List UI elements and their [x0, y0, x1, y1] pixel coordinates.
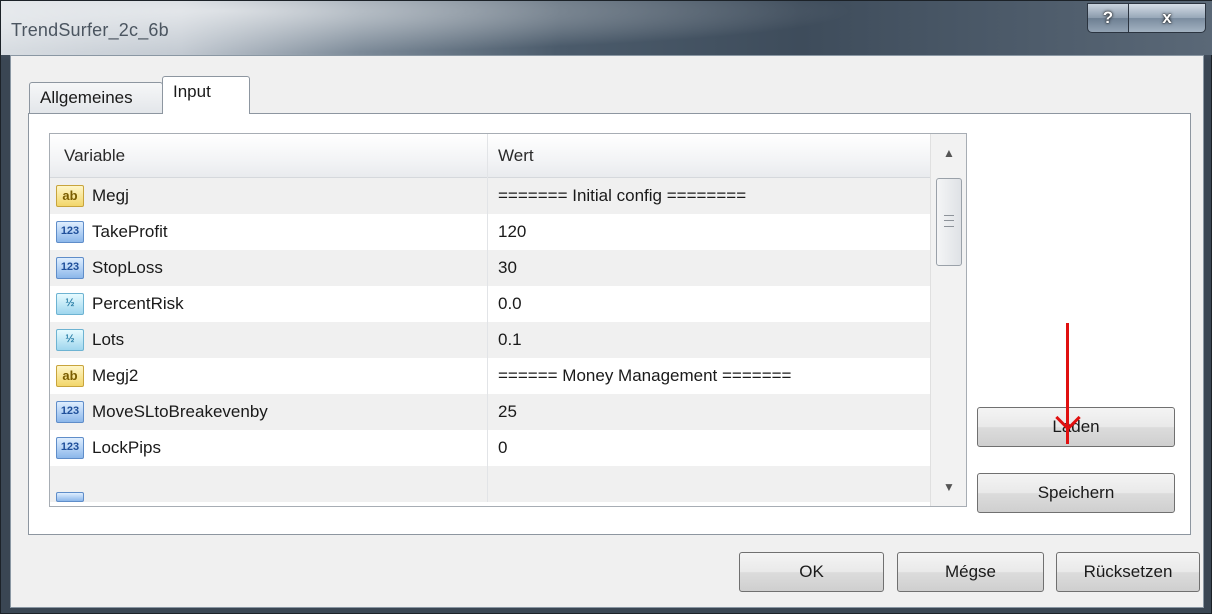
- table-row[interactable]: ½ Lots 0.1: [50, 322, 930, 358]
- table-row[interactable]: ab Megj2 ====== Money Management =======: [50, 358, 930, 394]
- integer-type-icon: 123: [56, 401, 84, 423]
- integer-type-icon: [56, 492, 84, 502]
- tab-label: Allgemeines: [40, 88, 133, 107]
- variable-cell: 123 LockPips: [50, 430, 488, 466]
- value-cell[interactable]: 0: [488, 430, 930, 466]
- cancel-button[interactable]: Mégse: [897, 552, 1044, 592]
- table-row[interactable]: 123 TakeProfit 120: [50, 214, 930, 250]
- variable-name: PercentRisk: [92, 294, 184, 313]
- integer-type-icon: 123: [56, 221, 84, 243]
- scroll-thumb[interactable]: [936, 178, 962, 266]
- variable-cell: ab Megj2: [50, 358, 488, 394]
- tab-label: Input: [173, 82, 211, 101]
- table-row[interactable]: ½ PercentRisk 0.0: [50, 286, 930, 322]
- ok-button[interactable]: OK: [739, 552, 884, 592]
- value-cell[interactable]: ====== Money Management =======: [488, 358, 930, 394]
- value-cell[interactable]: 30: [488, 250, 930, 286]
- variable-name: LockPips: [92, 438, 161, 457]
- variable-cell: 123 StopLoss: [50, 250, 488, 286]
- variable-cell: 123 TakeProfit: [50, 214, 488, 250]
- variable-name: StopLoss: [92, 258, 163, 277]
- value-cell[interactable]: 120: [488, 214, 930, 250]
- scroll-down-arrow-icon[interactable]: ▼: [931, 468, 966, 506]
- table-row[interactable]: ab Megj ======= Initial config ========: [50, 178, 930, 214]
- input-tab-panel: Variable Wert ab Megj ======= Initial co…: [28, 113, 1191, 535]
- variable-cell: ½ PercentRisk: [50, 286, 488, 322]
- integer-type-icon: 123: [56, 257, 84, 279]
- save-button[interactable]: Speichern: [977, 473, 1175, 513]
- table-row[interactable]: 123 LockPips 0: [50, 430, 930, 466]
- close-icon: x: [1162, 8, 1172, 27]
- string-type-icon: ab: [56, 185, 84, 207]
- double-type-icon: ½: [56, 329, 84, 351]
- column-header-variable[interactable]: Variable: [50, 134, 488, 178]
- vertical-scrollbar[interactable]: ▲ ▼: [930, 134, 966, 506]
- scroll-up-arrow-icon[interactable]: ▲: [931, 134, 966, 172]
- string-type-icon: ab: [56, 365, 84, 387]
- dialog-window: TrendSurfer_2c_6b ? x Allgemeines Input …: [0, 0, 1212, 614]
- variable-name: TakeProfit: [92, 222, 168, 241]
- column-header-value[interactable]: Wert: [488, 134, 930, 178]
- table-row-partial[interactable]: [50, 466, 930, 502]
- value-cell[interactable]: 0.0: [488, 286, 930, 322]
- table-row[interactable]: 123 MoveSLtoBreakevenby 25: [50, 394, 930, 430]
- tab-allgemeines[interactable]: Allgemeines: [29, 82, 163, 113]
- value-cell[interactable]: ======= Initial config ========: [488, 178, 930, 214]
- variable-name: Lots: [92, 330, 125, 349]
- title-bar[interactable]: TrendSurfer_2c_6b ? x: [1, 1, 1212, 55]
- variable-name: MoveSLtoBreakevenby: [92, 402, 268, 421]
- grid-header: Variable Wert: [50, 134, 930, 178]
- double-type-icon: ½: [56, 293, 84, 315]
- reset-button[interactable]: Rücksetzen: [1056, 552, 1200, 592]
- close-button[interactable]: x: [1128, 3, 1206, 33]
- help-icon: ?: [1102, 8, 1114, 27]
- value-cell[interactable]: 25: [488, 394, 930, 430]
- grip-icon: [944, 215, 954, 227]
- variable-cell: ab Megj: [50, 178, 488, 214]
- value-cell[interactable]: 0.1: [488, 322, 930, 358]
- input-parameters-grid: Variable Wert ab Megj ======= Initial co…: [49, 133, 967, 507]
- window-title: TrendSurfer_2c_6b: [11, 20, 169, 40]
- variable-cell: ½ Lots: [50, 322, 488, 358]
- tab-input[interactable]: Input: [162, 76, 250, 114]
- help-button[interactable]: ?: [1087, 3, 1129, 33]
- variable-cell: 123 MoveSLtoBreakevenby: [50, 394, 488, 430]
- table-row[interactable]: 123 StopLoss 30: [50, 250, 930, 286]
- grid-rows: ab Megj ======= Initial config ======== …: [50, 178, 930, 502]
- dialog-client-area: Allgemeines Input Variable Wert ab Megj …: [10, 55, 1204, 608]
- integer-type-icon: 123: [56, 437, 84, 459]
- variable-name: Megj: [92, 186, 129, 205]
- variable-name: Megj2: [92, 366, 139, 385]
- variable-cell: [50, 466, 488, 502]
